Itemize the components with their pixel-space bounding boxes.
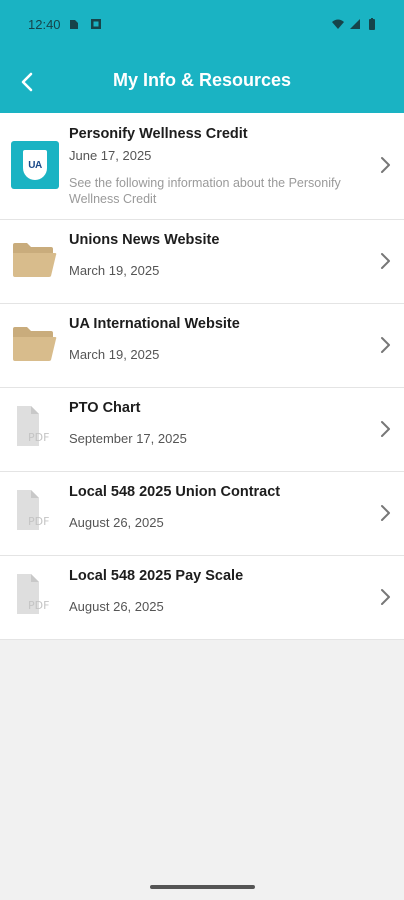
chevron-right-icon — [381, 505, 390, 521]
resource-list: UA Personify Wellness Credit June 17, 20… — [0, 113, 404, 640]
item-date: March 19, 2025 — [69, 347, 160, 362]
item-title: PTO Chart — [69, 400, 141, 416]
pdf-label: PDF — [28, 599, 49, 612]
app-header: 12:40 My Info & Resources — [0, 0, 404, 113]
item-date: August 26, 2025 — [69, 515, 164, 530]
status-time: 12:40 — [28, 17, 61, 32]
pdf-label: PDF — [28, 515, 49, 528]
status-system-icons — [332, 18, 378, 30]
list-item-personify-wellness-credit[interactable]: UA Personify Wellness Credit June 17, 20… — [0, 113, 404, 220]
item-date: June 17, 2025 — [69, 148, 152, 163]
pdf-icon: PDF — [17, 406, 49, 446]
item-title: Personify Wellness Credit — [69, 126, 248, 142]
chevron-right-icon — [381, 589, 390, 605]
ua-logo-icon: UA — [11, 141, 59, 189]
item-date: August 26, 2025 — [69, 599, 164, 614]
list-item-union-contract[interactable]: PDF Local 548 2025 Union Contract August… — [0, 472, 404, 556]
item-description: See the following information about the … — [69, 176, 341, 206]
page-title: My Info & Resources — [112, 70, 292, 90]
item-date: September 17, 2025 — [69, 431, 187, 446]
folder-icon — [13, 327, 57, 361]
pdf-icon: PDF — [17, 490, 49, 530]
chevron-right-icon — [381, 157, 390, 173]
wifi-icon — [332, 19, 344, 29]
pdf-label: PDF — [28, 431, 49, 444]
chevron-right-icon — [381, 421, 390, 437]
status-bar: 12:40 — [0, 0, 404, 50]
item-title: Unions News Website — [69, 232, 220, 248]
list-item-pto-chart[interactable]: PDF PTO Chart September 17, 2025 — [0, 388, 404, 472]
signal-icon — [350, 19, 360, 29]
chevron-right-icon — [381, 253, 390, 269]
folder-icon — [13, 243, 57, 277]
item-date: March 19, 2025 — [69, 263, 160, 278]
app-notification-icon — [91, 19, 101, 29]
sim-card-icon — [70, 20, 78, 29]
battery-icon — [369, 18, 375, 30]
item-title: UA International Website — [69, 316, 240, 332]
list-item-unions-news-website[interactable]: Unions News Website March 19, 2025 — [0, 220, 404, 304]
status-notification-icons — [68, 18, 102, 30]
ua-logo-text: UA — [28, 159, 42, 171]
item-title: Local 548 2025 Pay Scale — [69, 568, 244, 584]
list-item-ua-international-website[interactable]: UA International Website March 19, 2025 — [0, 304, 404, 388]
chevron-right-icon — [381, 337, 390, 353]
list-item-pay-scale[interactable]: PDF Local 548 2025 Pay Scale August 26, … — [0, 556, 404, 640]
home-indicator[interactable] — [150, 885, 255, 889]
pdf-icon: PDF — [17, 574, 49, 614]
item-title: Local 548 2025 Union Contract — [69, 484, 281, 500]
